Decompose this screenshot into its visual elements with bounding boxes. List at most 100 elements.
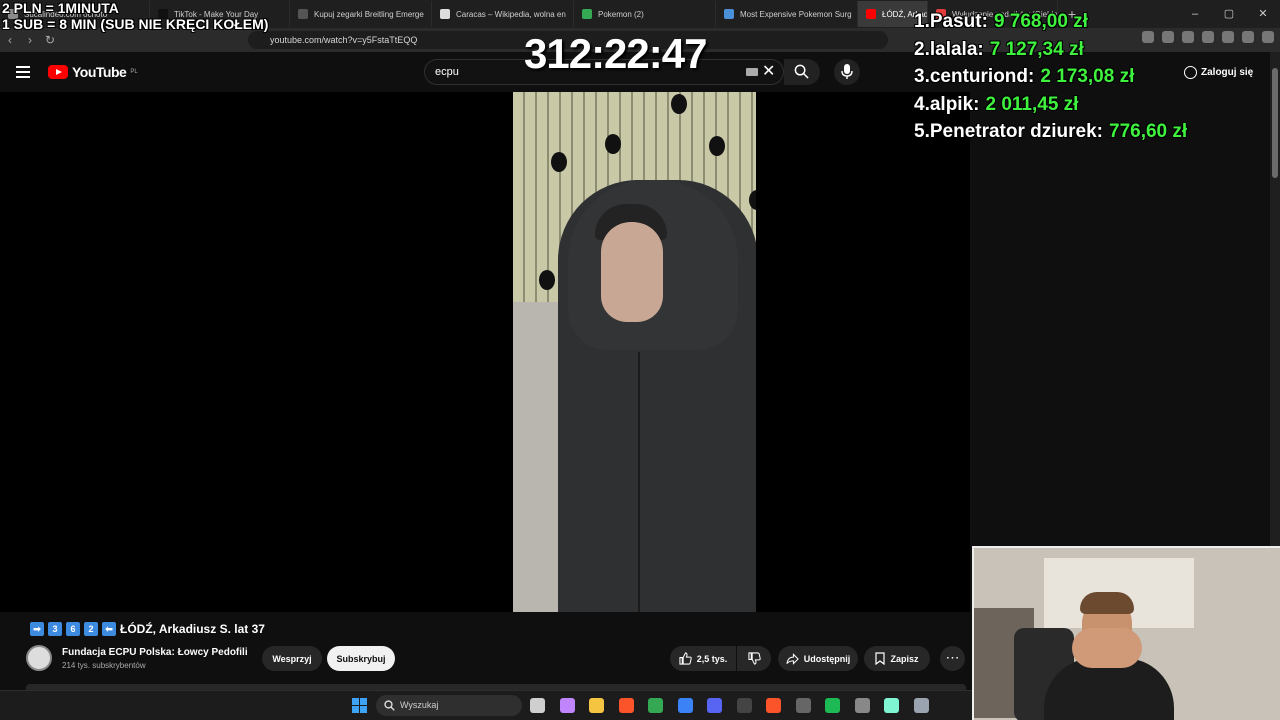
support-button[interactable]: Wesprzyj (262, 646, 322, 671)
extension-icon[interactable] (1222, 31, 1234, 43)
like-count: 2,5 tys. (696, 653, 728, 664)
leaderboard-row: 3.centuriond: 2 173,08 zł (914, 63, 1187, 91)
leaderboard-amount: 776,60 zł (1109, 121, 1188, 142)
leaderboard-name: Pasut: (929, 11, 988, 32)
video-player[interactable] (0, 92, 970, 612)
video-title-text: ŁÓDŹ, Arkadiusz S. lat 37 (120, 622, 265, 636)
taskbar-search[interactable]: Wyszukaj (376, 695, 522, 716)
leaderboard-donor: 3.centuriond: (914, 63, 1034, 91)
channel-name[interactable]: Fundacja ECPU Polska: Łowcy Pedofili (62, 647, 248, 658)
leaderboard-name: centuriond: (929, 66, 1035, 87)
chrome-icon[interactable] (648, 698, 663, 713)
keyboard-icon[interactable] (746, 68, 758, 76)
browser-tab[interactable]: Pokemon (2) (574, 1, 716, 27)
save-label: Zapisz (890, 653, 919, 664)
leaderboard-amount: 2 173,08 zł (1040, 66, 1135, 87)
start-button[interactable] (352, 698, 367, 713)
thumbs-up-icon (679, 652, 692, 665)
spotify-icon[interactable] (825, 698, 840, 713)
subscribe-button[interactable]: Subskrybuj (327, 646, 395, 671)
search-button[interactable] (784, 59, 820, 85)
app-icon[interactable] (795, 698, 811, 713)
share-icon (786, 652, 799, 665)
windows-taskbar: Wyszukaj (0, 690, 972, 720)
obs-icon[interactable] (736, 698, 752, 713)
donation-rules-overlay: 2 PLN = 1MINUTA 1 SUB = 8 MIN (SUB NIE K… (2, 0, 268, 32)
brave-icon[interactable] (618, 698, 634, 713)
leaderboard-amount: 7 127,34 zł (989, 38, 1084, 60)
leaderboard-donor: 1.Pasut: (914, 8, 988, 36)
browser-tab[interactable]: Kupuj zegarki Breitling Emerge (290, 1, 432, 27)
store-icon[interactable] (677, 698, 693, 713)
tab-favicon-icon (866, 9, 876, 19)
share-button[interactable]: Udostępnij (778, 646, 858, 671)
donation-rate-line: 2 PLN = 1MINUTA (2, 0, 119, 16)
youtube-logo[interactable]: YouTube PL (48, 64, 138, 80)
leaderboard-rank: 3. (914, 66, 930, 87)
youtube-play-icon (48, 65, 68, 79)
screen: Sucalindeo.com ocnoto TikTok - Make Your … (0, 0, 1280, 720)
sign-in-button[interactable]: Zaloguj się (1176, 60, 1261, 84)
scroll-thumb[interactable] (1272, 68, 1278, 178)
tab-favicon-icon (724, 9, 734, 19)
tab-favicon-icon (440, 9, 450, 19)
title-emoji: 2 (84, 622, 98, 636)
tab-label: Most Expensive Pokemon Surg (740, 9, 852, 19)
file-explorer-icon[interactable] (589, 698, 604, 713)
tab-favicon-icon (582, 9, 592, 19)
video-frame (513, 92, 756, 612)
reload-icon[interactable]: ↻ (40, 33, 60, 47)
streamlabs-icon[interactable] (884, 698, 899, 713)
sign-in-label: Zaloguj się (1201, 66, 1254, 78)
taskbar-search-placeholder: Wyszukaj (400, 700, 439, 710)
channel-avatar[interactable] (26, 645, 52, 671)
calculator-icon[interactable] (854, 698, 870, 713)
leaderboard-amount: 2 011,45 zł (985, 93, 1079, 115)
title-emoji: ➡ (30, 622, 44, 636)
brave-active-icon[interactable] (766, 698, 781, 713)
voice-search-button[interactable] (834, 59, 860, 85)
leaderboard-row: 5.Penetrator dziurek: 776,60 zł (914, 118, 1187, 146)
hamburger-menu-icon[interactable] (16, 66, 30, 78)
leaderboard-rank: 4. (914, 93, 930, 115)
menu-icon[interactable] (1262, 31, 1274, 43)
task-view-icon[interactable] (530, 698, 545, 713)
dislike-button[interactable] (737, 646, 771, 671)
region-code: PL (130, 69, 138, 75)
search-icon (384, 700, 395, 711)
browser-tab[interactable]: Most Expensive Pokemon Surg (716, 1, 858, 27)
leaderboard-row: 2.lalala: 7 127,34 zł (914, 36, 1187, 64)
copilot-icon[interactable] (559, 698, 575, 713)
save-button[interactable]: Zapisz (864, 646, 930, 671)
more-actions-button[interactable]: ⋯ (940, 646, 965, 671)
leaderboard-rank: 5. (914, 121, 930, 142)
maximize-button[interactable]: ▢ (1212, 0, 1246, 28)
back-arrow-icon[interactable]: ‹ (0, 33, 20, 47)
window-controls: – ▢ ✕ (1178, 0, 1280, 28)
leaderboard-name: Penetrator dziurek: (929, 121, 1104, 142)
leaderboard-donor: 2.lalala: (914, 36, 984, 64)
leaderboard-donor: 5.Penetrator dziurek: (914, 118, 1103, 146)
close-window-button[interactable]: ✕ (1246, 0, 1280, 28)
browser-tab[interactable]: Caracas – Wikipedia, wolna en (432, 1, 574, 27)
microphone-icon (841, 64, 853, 79)
youtube-wordmark: YouTube (72, 64, 127, 80)
forward-arrow-icon[interactable]: › (20, 33, 40, 47)
search-icon (794, 64, 809, 79)
discord-icon[interactable] (707, 698, 722, 713)
share-label: Udostępnij (803, 653, 851, 664)
leaderboard-rank: 1. (914, 11, 930, 32)
leaderboard-name: lalala: (929, 38, 984, 60)
leaderboard-row: 4.alpik: 2 011,45 zł (914, 91, 1187, 119)
leaderboard-row: 1.Pasut: 9 768,00 zł (914, 8, 1187, 36)
leaderboard-donor: 4.alpik: (914, 91, 979, 119)
leaderboard-name: alpik: (929, 93, 980, 115)
extension-icon[interactable] (1242, 31, 1254, 43)
clear-search-icon[interactable]: ✕ (762, 61, 775, 81)
subscriber-count: 214 tys. subskrybentów (62, 661, 146, 670)
leaderboard-amount: 9 768,00 zł (993, 11, 1088, 32)
sub-rate-line: 1 SUB = 8 MIN (SUB NIE KRĘCI KOŁEM) (2, 16, 269, 32)
extension-icon[interactable] (1202, 31, 1214, 43)
settings-icon[interactable] (913, 698, 929, 713)
like-button[interactable]: 2,5 tys. (670, 646, 736, 671)
